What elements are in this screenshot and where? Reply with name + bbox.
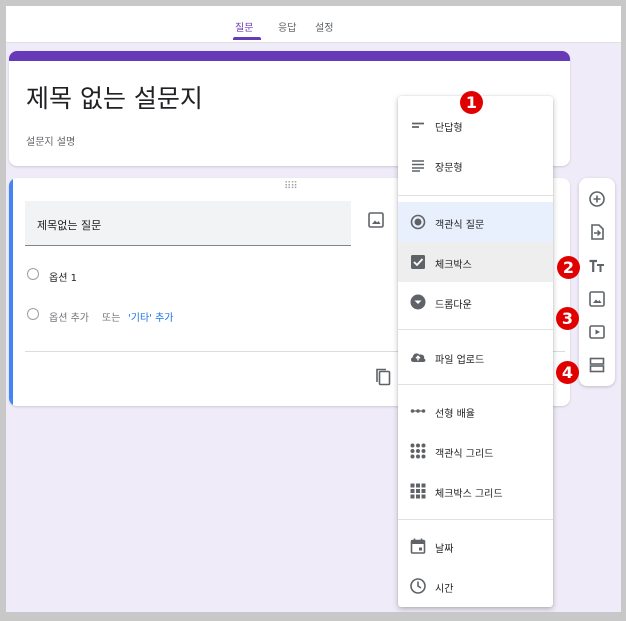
menu-divider xyxy=(398,329,553,330)
menu-item-paragraph[interactable]: 장문형 xyxy=(398,145,553,185)
paragraph-icon xyxy=(412,160,424,172)
add-title-icon[interactable] xyxy=(588,257,606,275)
active-question-accent xyxy=(9,178,13,406)
menu-item-label: 체크박스 xyxy=(435,260,472,271)
checkbox-icon xyxy=(411,255,425,269)
drag-handle-icon[interactable]: ⠿⠿ xyxy=(284,181,298,192)
tab-questions[interactable]: 질문 xyxy=(235,19,253,34)
add-option-radio-icon xyxy=(27,308,39,320)
import-questions-icon[interactable] xyxy=(588,223,606,241)
radio-button-icon xyxy=(410,214,426,230)
linear-scale-icon xyxy=(410,409,426,413)
add-option-link[interactable]: 옵션 추가 xyxy=(49,309,89,324)
question-title-text[interactable]: 제목없는 질문 xyxy=(37,217,101,233)
menu-item-linear-scale[interactable]: 선형 배율 xyxy=(398,391,553,431)
form-title[interactable]: 제목 없는 설문지 xyxy=(26,79,203,115)
annotation-badge-2: 2 xyxy=(557,256,580,279)
checkbox-grid-icon xyxy=(410,483,426,499)
or-text: 또는 xyxy=(102,313,121,324)
active-tab-indicator xyxy=(233,37,261,40)
menu-item-label: 객관식 질문 xyxy=(435,220,485,231)
menu-item-label: 날짜 xyxy=(435,544,454,555)
form-description[interactable]: 설문지 설명 xyxy=(26,133,75,148)
menu-item-label: 단답형 xyxy=(435,123,463,134)
annotation-badge-1: 1 xyxy=(460,91,483,114)
menu-item-date[interactable]: 날짜 xyxy=(398,526,553,566)
option-1-label[interactable]: 옵션 1 xyxy=(49,269,77,284)
menu-item-file-upload[interactable]: 파일 업로드 xyxy=(398,337,553,377)
short-answer-icon xyxy=(412,122,424,128)
forms-editor: 질문 응답 설정 제목 없는 설문지 설문지 설명 ⠿⠿ 제목없는 질문 옵션 … xyxy=(6,6,621,612)
menu-divider xyxy=(398,195,553,196)
add-question-icon[interactable] xyxy=(588,190,606,208)
menu-item-checkbox[interactable]: 체크박스 xyxy=(398,242,553,282)
radio-grid-icon xyxy=(410,443,426,459)
clock-icon xyxy=(410,578,426,594)
add-image-icon[interactable] xyxy=(588,290,606,308)
annotation-badge-3: 3 xyxy=(556,307,579,330)
top-tab-bar: 질문 응답 설정 xyxy=(6,6,621,43)
calendar-icon xyxy=(410,538,426,554)
question-title-field[interactable]: 제목없는 질문 xyxy=(25,201,351,246)
add-section-icon[interactable] xyxy=(588,356,606,374)
tab-responses[interactable]: 응답 xyxy=(278,19,296,34)
menu-item-dropdown[interactable]: 드롭다운 xyxy=(398,282,553,322)
menu-item-label: 드롭다운 xyxy=(435,300,472,311)
add-video-icon[interactable] xyxy=(588,323,606,341)
add-other-link[interactable]: '기타' 추가 xyxy=(128,309,173,324)
menu-item-label: 파일 업로드 xyxy=(435,355,485,366)
menu-item-time[interactable]: 시간 xyxy=(398,566,553,606)
menu-divider xyxy=(398,519,553,520)
option-radio-icon xyxy=(27,268,39,280)
menu-item-label: 선형 배율 xyxy=(435,409,475,420)
menu-item-checkbox-grid[interactable]: 체크박스 그리드 xyxy=(398,471,553,511)
menu-item-label: 체크박스 그리드 xyxy=(435,489,503,500)
cloud-upload-icon xyxy=(410,353,426,362)
menu-item-multiple-choice-grid[interactable]: 객관식 그리드 xyxy=(398,431,553,471)
menu-item-label: 장문형 xyxy=(435,163,463,174)
menu-item-label: 객관식 그리드 xyxy=(435,449,494,460)
duplicate-icon[interactable] xyxy=(374,367,392,387)
title-card-accent xyxy=(9,51,570,61)
menu-divider xyxy=(398,384,553,385)
menu-item-multiple-choice[interactable]: 객관식 질문 xyxy=(398,202,553,242)
question-type-menu: 단답형 장문형 객관식 질문 체크박스 드롭다운 파일 업로드 선형 배율 객관… xyxy=(398,96,553,607)
side-toolbar xyxy=(579,178,615,386)
tab-settings[interactable]: 설정 xyxy=(315,19,333,34)
annotation-badge-4: 4 xyxy=(556,361,579,384)
add-image-icon[interactable] xyxy=(367,211,385,229)
dropdown-icon xyxy=(410,294,426,310)
menu-item-label: 시간 xyxy=(435,584,454,595)
